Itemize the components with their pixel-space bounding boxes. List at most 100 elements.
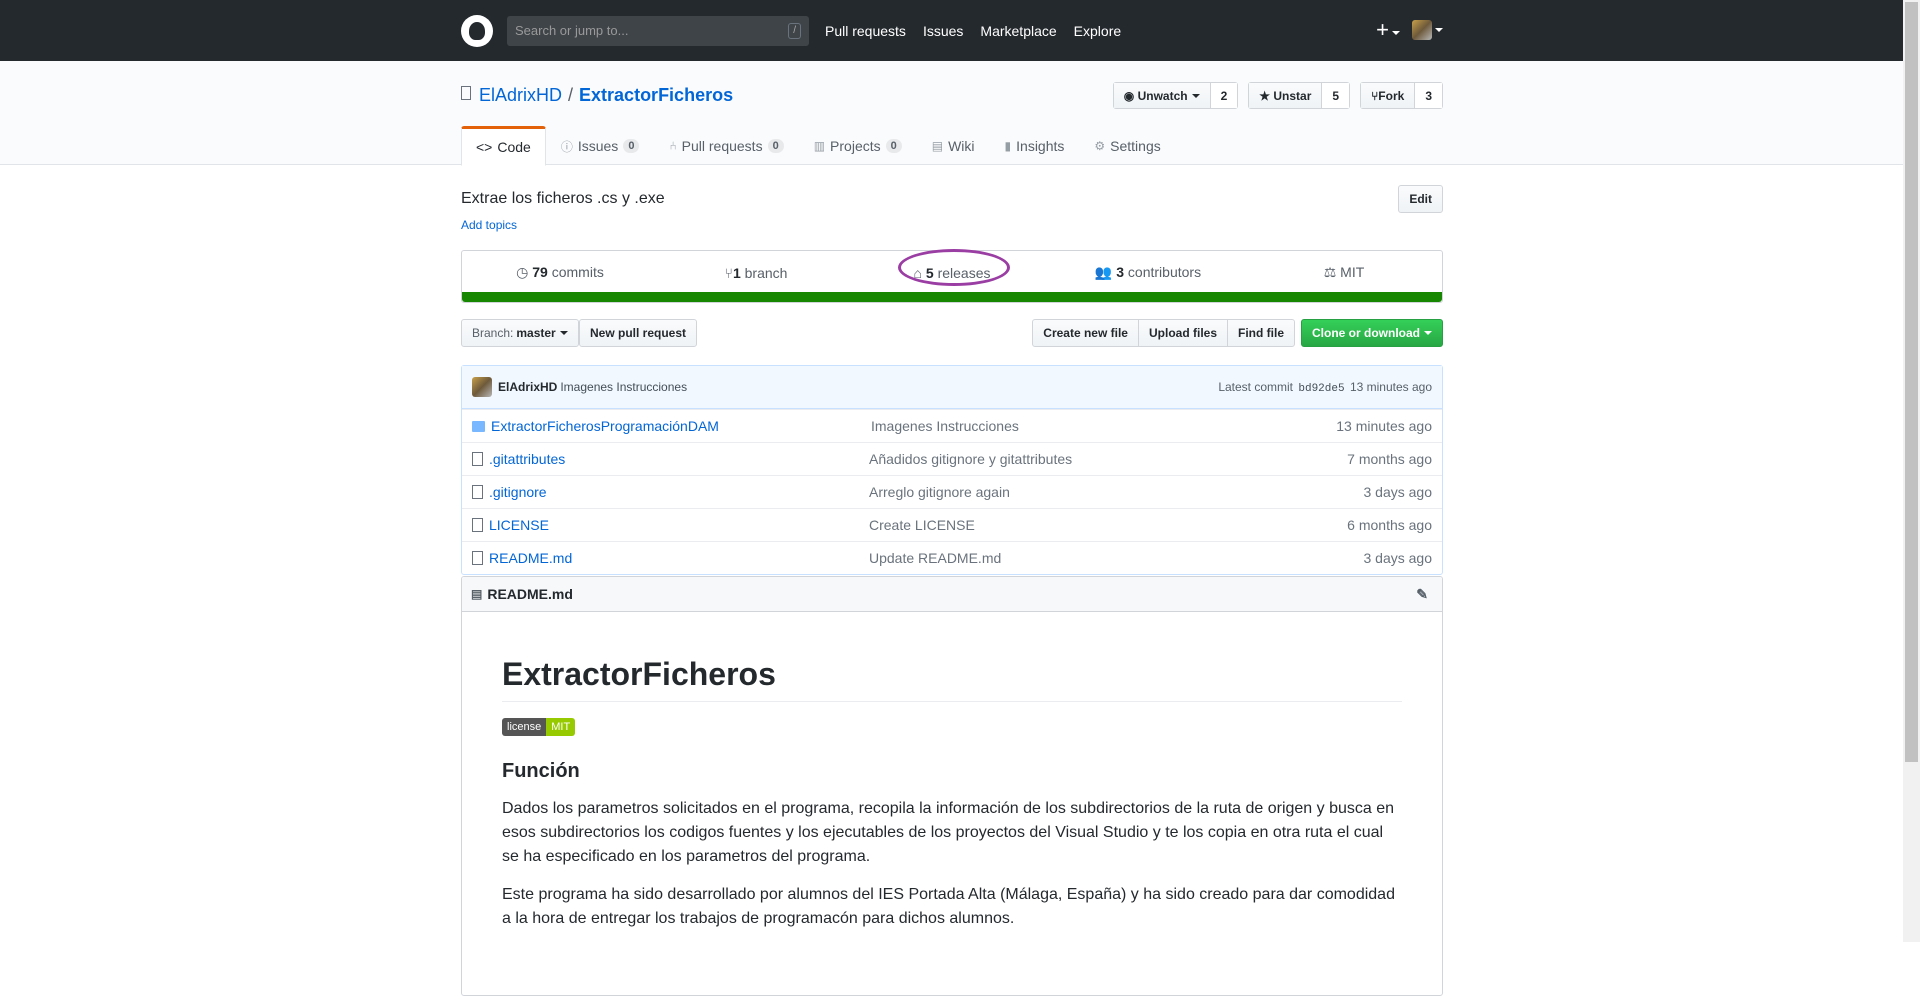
branch-icon: ⑂ (724, 264, 733, 281)
branch-select-button[interactable]: Branch: master (461, 319, 579, 347)
file-name-link[interactable]: ExtractorFicherosProgramaciónDAM (491, 418, 871, 434)
unstar-label: Unstar (1273, 88, 1312, 103)
header-right: + (1376, 18, 1443, 42)
upload-files-button[interactable]: Upload files (1137, 319, 1228, 347)
watchers-count[interactable]: 2 (1210, 83, 1238, 108)
tab-code-label: Code (497, 139, 531, 155)
fork-group: ⑂ Fork 3 (1360, 82, 1443, 109)
repo-actions: ◉ Unwatch 2 ★ Unstar 5 ⑂ Fork 3 (1112, 82, 1443, 109)
branch-label: branch (744, 264, 788, 281)
repo-owner-link[interactable]: ElAdrixHD (479, 85, 562, 106)
license-link[interactable]: ⚖ MIT (1246, 264, 1442, 281)
avatar[interactable] (472, 377, 492, 397)
file-icon (472, 452, 483, 466)
find-file-button[interactable]: Find file (1227, 319, 1295, 347)
commit-meta: Latest commit bd92de5 13 minutes ago (1218, 380, 1432, 395)
file-commit-message[interactable]: Imagenes Instrucciones (871, 418, 1336, 434)
badge-value: MIT (546, 718, 576, 736)
nav-issues[interactable]: Issues (923, 23, 963, 39)
commit-author[interactable]: ElAdrixHD (498, 380, 557, 394)
create-new-file-button[interactable]: Create new file (1032, 319, 1139, 347)
file-commit-message[interactable]: Create LICENSE (869, 517, 1347, 533)
pull-request-icon: ⑃ (669, 139, 677, 153)
star-icon: ★ (1259, 88, 1274, 103)
nav-pull-requests[interactable]: Pull requests (825, 23, 906, 39)
header-nav: Pull requests Issues Marketplace Explore (825, 23, 1121, 39)
commit-sha[interactable]: bd92de5 (1298, 383, 1344, 395)
fork-button[interactable]: ⑂ Fork (1361, 83, 1416, 108)
commit-age: 13 minutes ago (1349, 379, 1432, 394)
readme-panel: ▤ README.md ✎ ExtractorFicheros license … (461, 576, 1443, 996)
file-name-link[interactable]: .gitattributes (489, 451, 869, 467)
branches-link[interactable]: ⑂1 branch (658, 265, 854, 281)
new-menu-button[interactable]: + (1376, 18, 1400, 42)
tab-wiki[interactable]: ▤ Wiki (917, 126, 990, 166)
github-logo-icon[interactable] (461, 14, 493, 47)
chevron-down-icon (559, 331, 568, 335)
new-pull-request-button[interactable]: New pull request (579, 319, 698, 347)
projects-counter: 0 (885, 139, 902, 153)
file-commit-message[interactable]: Arreglo gitignore again (869, 484, 1364, 500)
chevron-down-icon (1435, 28, 1443, 32)
latest-commit-bar: ElAdrixHD Imagenes Instrucciones Latest … (462, 366, 1442, 409)
tab-insights[interactable]: ▮ Insights (990, 126, 1080, 166)
contributors-count: 3 (1116, 264, 1125, 280)
page-scrollbar[interactable] (1903, 0, 1920, 942)
contributors-link[interactable]: 👥 3 contributors (1050, 264, 1246, 281)
clone-or-download-button[interactable]: Clone or download (1301, 319, 1443, 347)
file-icon (472, 518, 483, 532)
file-commit-message[interactable]: Añadidos gitignore y gitattributes (869, 451, 1347, 467)
unstar-button[interactable]: ★ Unstar (1249, 83, 1323, 108)
commits-link[interactable]: ◷ 79 commits (462, 264, 658, 281)
file-name-link[interactable]: LICENSE (489, 517, 869, 533)
book-icon: ▤ (471, 587, 483, 601)
readme-section-heading: Función (502, 760, 580, 782)
table-row: .gitignore Arreglo gitignore again 3 day… (462, 475, 1442, 508)
license-badge[interactable]: license MIT (502, 718, 576, 736)
branch-count: 1 (732, 264, 741, 281)
readme-paragraph: Dados los parametros solicitados en el p… (502, 800, 1395, 865)
tab-insights-label: Insights (1016, 138, 1065, 154)
unwatch-button[interactable]: ◉ Unwatch (1113, 83, 1211, 108)
readme-body: ExtractorFicheros license MIT Función Da… (462, 656, 1442, 931)
user-menu-button[interactable] (1412, 20, 1443, 40)
tab-settings-label: Settings (1110, 138, 1161, 154)
description-text: Extrae los ficheros .cs y .exe (461, 190, 665, 207)
forks-count[interactable]: 3 (1415, 83, 1442, 108)
commit-message[interactable]: Imagenes Instrucciones (560, 380, 687, 394)
people-icon: 👥 (1094, 264, 1117, 280)
file-age: 6 months ago (1347, 517, 1432, 533)
tab-pull-requests[interactable]: ⑃ Pull requests 0 (654, 126, 798, 166)
file-commit-message[interactable]: Update README.md (869, 550, 1364, 566)
nav-explore[interactable]: Explore (1074, 23, 1121, 39)
nav-marketplace[interactable]: Marketplace (980, 23, 1056, 39)
chevron-down-icon (1392, 31, 1400, 36)
global-header: Search or jump to... / Pull requests Iss… (0, 0, 1920, 61)
readme-paragraph: Este programa ha sido desarrollado por a… (502, 886, 1395, 927)
tab-wiki-label: Wiki (948, 138, 975, 154)
repo-name-link[interactable]: ExtractorFicheros (579, 85, 733, 106)
header-inner: Search or jump to... / Pull requests Iss… (461, 0, 1443, 61)
file-name-link[interactable]: README.md (489, 550, 869, 566)
search-input[interactable]: Search or jump to... / (507, 15, 809, 46)
add-topics-link[interactable]: Add topics (461, 218, 517, 232)
stargazers-count[interactable]: 5 (1322, 83, 1350, 108)
file-icon (472, 551, 483, 565)
repo-title: ElAdrixHD / ExtractorFicheros (461, 85, 733, 106)
file-name-link[interactable]: .gitignore (489, 484, 869, 500)
edit-description-button[interactable]: Edit (1398, 185, 1443, 213)
pencil-icon[interactable]: ✎ (1416, 586, 1428, 603)
language-bar[interactable] (462, 292, 1442, 302)
gear-icon: ⚙ (1094, 139, 1106, 153)
tab-settings[interactable]: ⚙ Settings (1079, 126, 1175, 166)
scrollbar-thumb[interactable] (1905, 2, 1918, 762)
tab-issues[interactable]: ⓘ Issues 0 (546, 126, 655, 166)
readme-title: ExtractorFicheros (502, 656, 1402, 702)
clone-label: Clone or download (1312, 326, 1420, 340)
tab-projects[interactable]: ▥ Projects 0 (799, 126, 917, 166)
license-label: MIT (1340, 264, 1365, 280)
chevron-down-icon (1191, 93, 1200, 98)
contributors-label: contributors (1127, 264, 1202, 280)
tab-code[interactable]: <> Code (461, 126, 546, 166)
search-placeholder: Search or jump to... (515, 23, 629, 38)
